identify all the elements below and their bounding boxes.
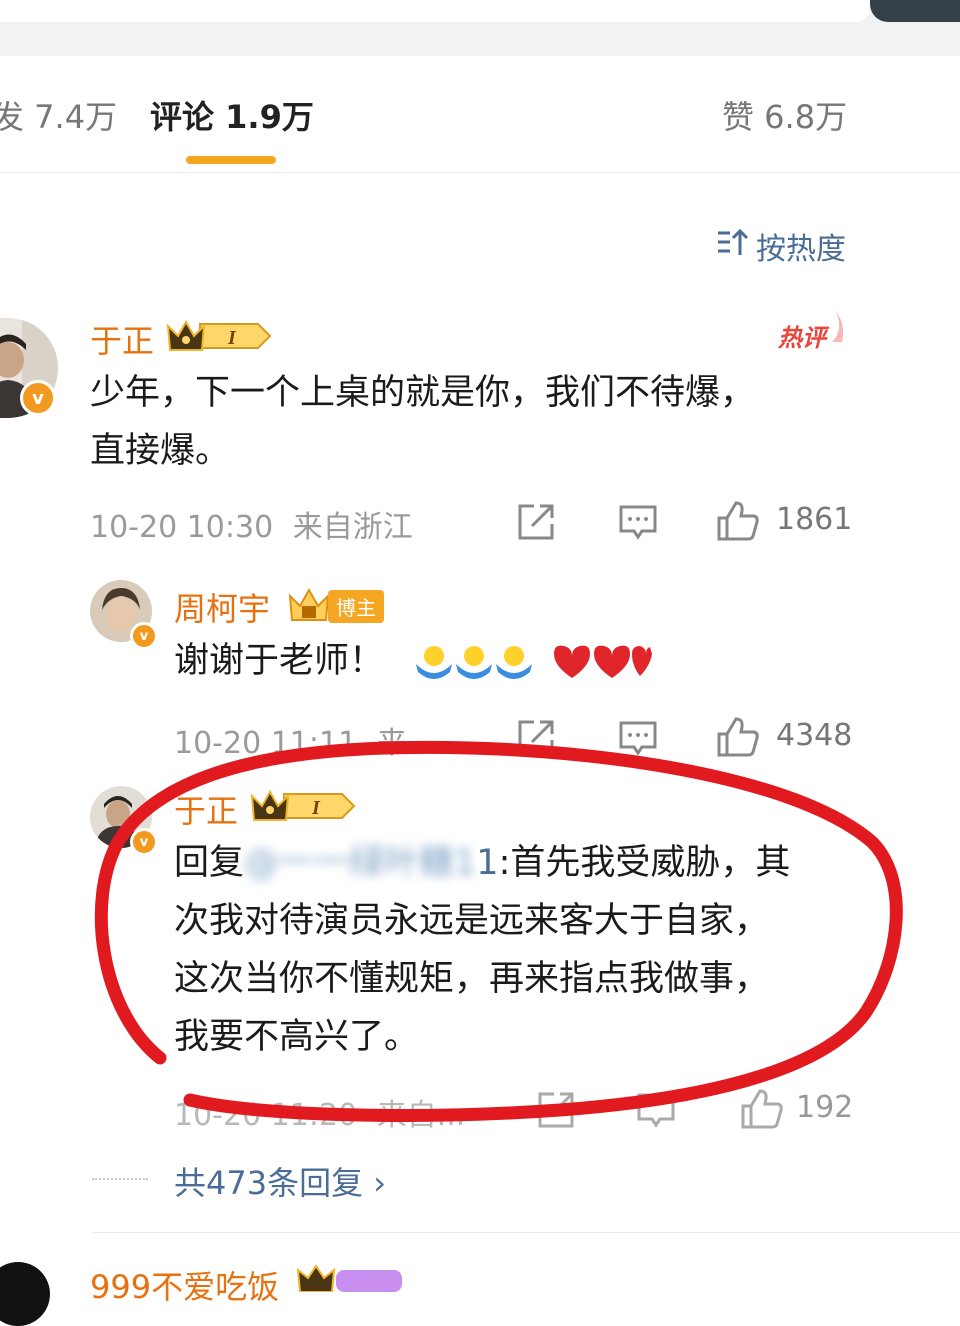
- comment-username[interactable]: 于正: [90, 316, 154, 362]
- comment-text-line: 次我对待演员永远是远来客大于自家，: [174, 901, 770, 941]
- more-replies-link[interactable]: 共473条回复 ›: [174, 1158, 386, 1204]
- comment-text-line: 直接爆。: [90, 431, 231, 471]
- crown-icon: [296, 1262, 406, 1296]
- sort-icon: [716, 227, 750, 265]
- comment-username[interactable]: 周柯宇: [174, 584, 270, 630]
- comment-text-part: :首先我受威胁，其: [498, 843, 791, 883]
- crown-icon: [286, 584, 332, 628]
- hot-flame-icon: [828, 308, 846, 348]
- comment-text-line: 我要不高兴了。: [174, 1017, 420, 1057]
- sort-label: 按热度: [756, 232, 846, 267]
- hug-emoji-icon: [456, 646, 492, 679]
- tab-active-indicator: [186, 156, 276, 164]
- share-icon[interactable]: [516, 718, 556, 762]
- like-count: 4348: [776, 718, 853, 753]
- comment-username[interactable]: 999不爱吃饭: [90, 1262, 279, 1308]
- tab-repost[interactable]: 发 7.4万: [0, 92, 117, 138]
- verified-badge-icon: v: [130, 622, 158, 650]
- comment-icon[interactable]: [636, 1090, 676, 1134]
- like-icon[interactable]: [716, 716, 760, 762]
- hug-emoji-icon: [496, 646, 532, 679]
- crown-level-icon: I: [166, 316, 272, 360]
- like-count: 192: [796, 1090, 854, 1125]
- tabs-divider: [0, 172, 960, 173]
- comment-location: 来自...: [376, 1098, 466, 1133]
- comment-meta: 10-20 10:30 来自浙江: [90, 502, 413, 546]
- comment-text-line: 少年，下一个上桌的就是你，我们不待爆，: [90, 373, 756, 413]
- verified-badge-icon: v: [130, 828, 158, 856]
- comment-icon[interactable]: [618, 718, 658, 762]
- comment-time: 10-20 11:20: [174, 1098, 358, 1133]
- comment-text: 谢谢于老师！: [174, 641, 385, 681]
- replies-dotted-line: [92, 1178, 148, 1180]
- comment-text-line: 这次当你不懂规矩，再来指点我做事，: [174, 959, 770, 999]
- crown-level-icon: I: [250, 786, 356, 830]
- comment-username[interactable]: 于正: [174, 786, 238, 832]
- hug-emoji-icon: [416, 646, 452, 679]
- comment-location: 来自浙江: [292, 510, 413, 545]
- like-icon[interactable]: [716, 500, 760, 546]
- heart-icon: [554, 645, 590, 678]
- reply-target-suffix[interactable]: 1: [476, 843, 498, 883]
- emoji-group: [414, 642, 654, 686]
- top-strip: [0, 0, 960, 56]
- top-dark-corner: [870, 0, 960, 22]
- comment-location: 来: [376, 726, 407, 761]
- tab-like[interactable]: 赞 6.8万: [722, 92, 847, 138]
- like-icon[interactable]: [740, 1088, 784, 1134]
- top-card: [0, 0, 870, 22]
- avatar[interactable]: [0, 1262, 50, 1326]
- share-icon[interactable]: [536, 1090, 576, 1134]
- reply-prefix: 回复: [174, 843, 245, 883]
- comment-divider: [92, 1232, 960, 1233]
- tab-comment[interactable]: 评论 1.9万: [150, 92, 314, 138]
- hot-comment-badge: 热评: [778, 324, 826, 352]
- like-count: 1861: [776, 502, 853, 537]
- comment-meta: 10-20 11:11 来: [174, 718, 407, 762]
- comment-text-line: 回复@一一绿叶糖11:首先我受威胁，其: [174, 834, 894, 892]
- comment-icon[interactable]: [618, 502, 658, 546]
- svg-text:I: I: [311, 797, 321, 819]
- blogger-tag: 博主: [328, 590, 384, 623]
- sort-button[interactable]: 按热度: [716, 224, 846, 268]
- heart-icon: [632, 646, 652, 676]
- comment-time: 10-20 11:11: [174, 726, 358, 761]
- comment-meta: 10-20 11:20 来自...: [174, 1090, 465, 1134]
- reply-target-mention[interactable]: @一一绿叶糖1: [244, 843, 476, 883]
- verified-badge-icon: v: [20, 380, 56, 416]
- svg-text:I: I: [227, 327, 237, 349]
- comment-time: 10-20 10:30: [90, 510, 274, 545]
- heart-icon: [594, 645, 630, 678]
- share-icon[interactable]: [516, 502, 556, 546]
